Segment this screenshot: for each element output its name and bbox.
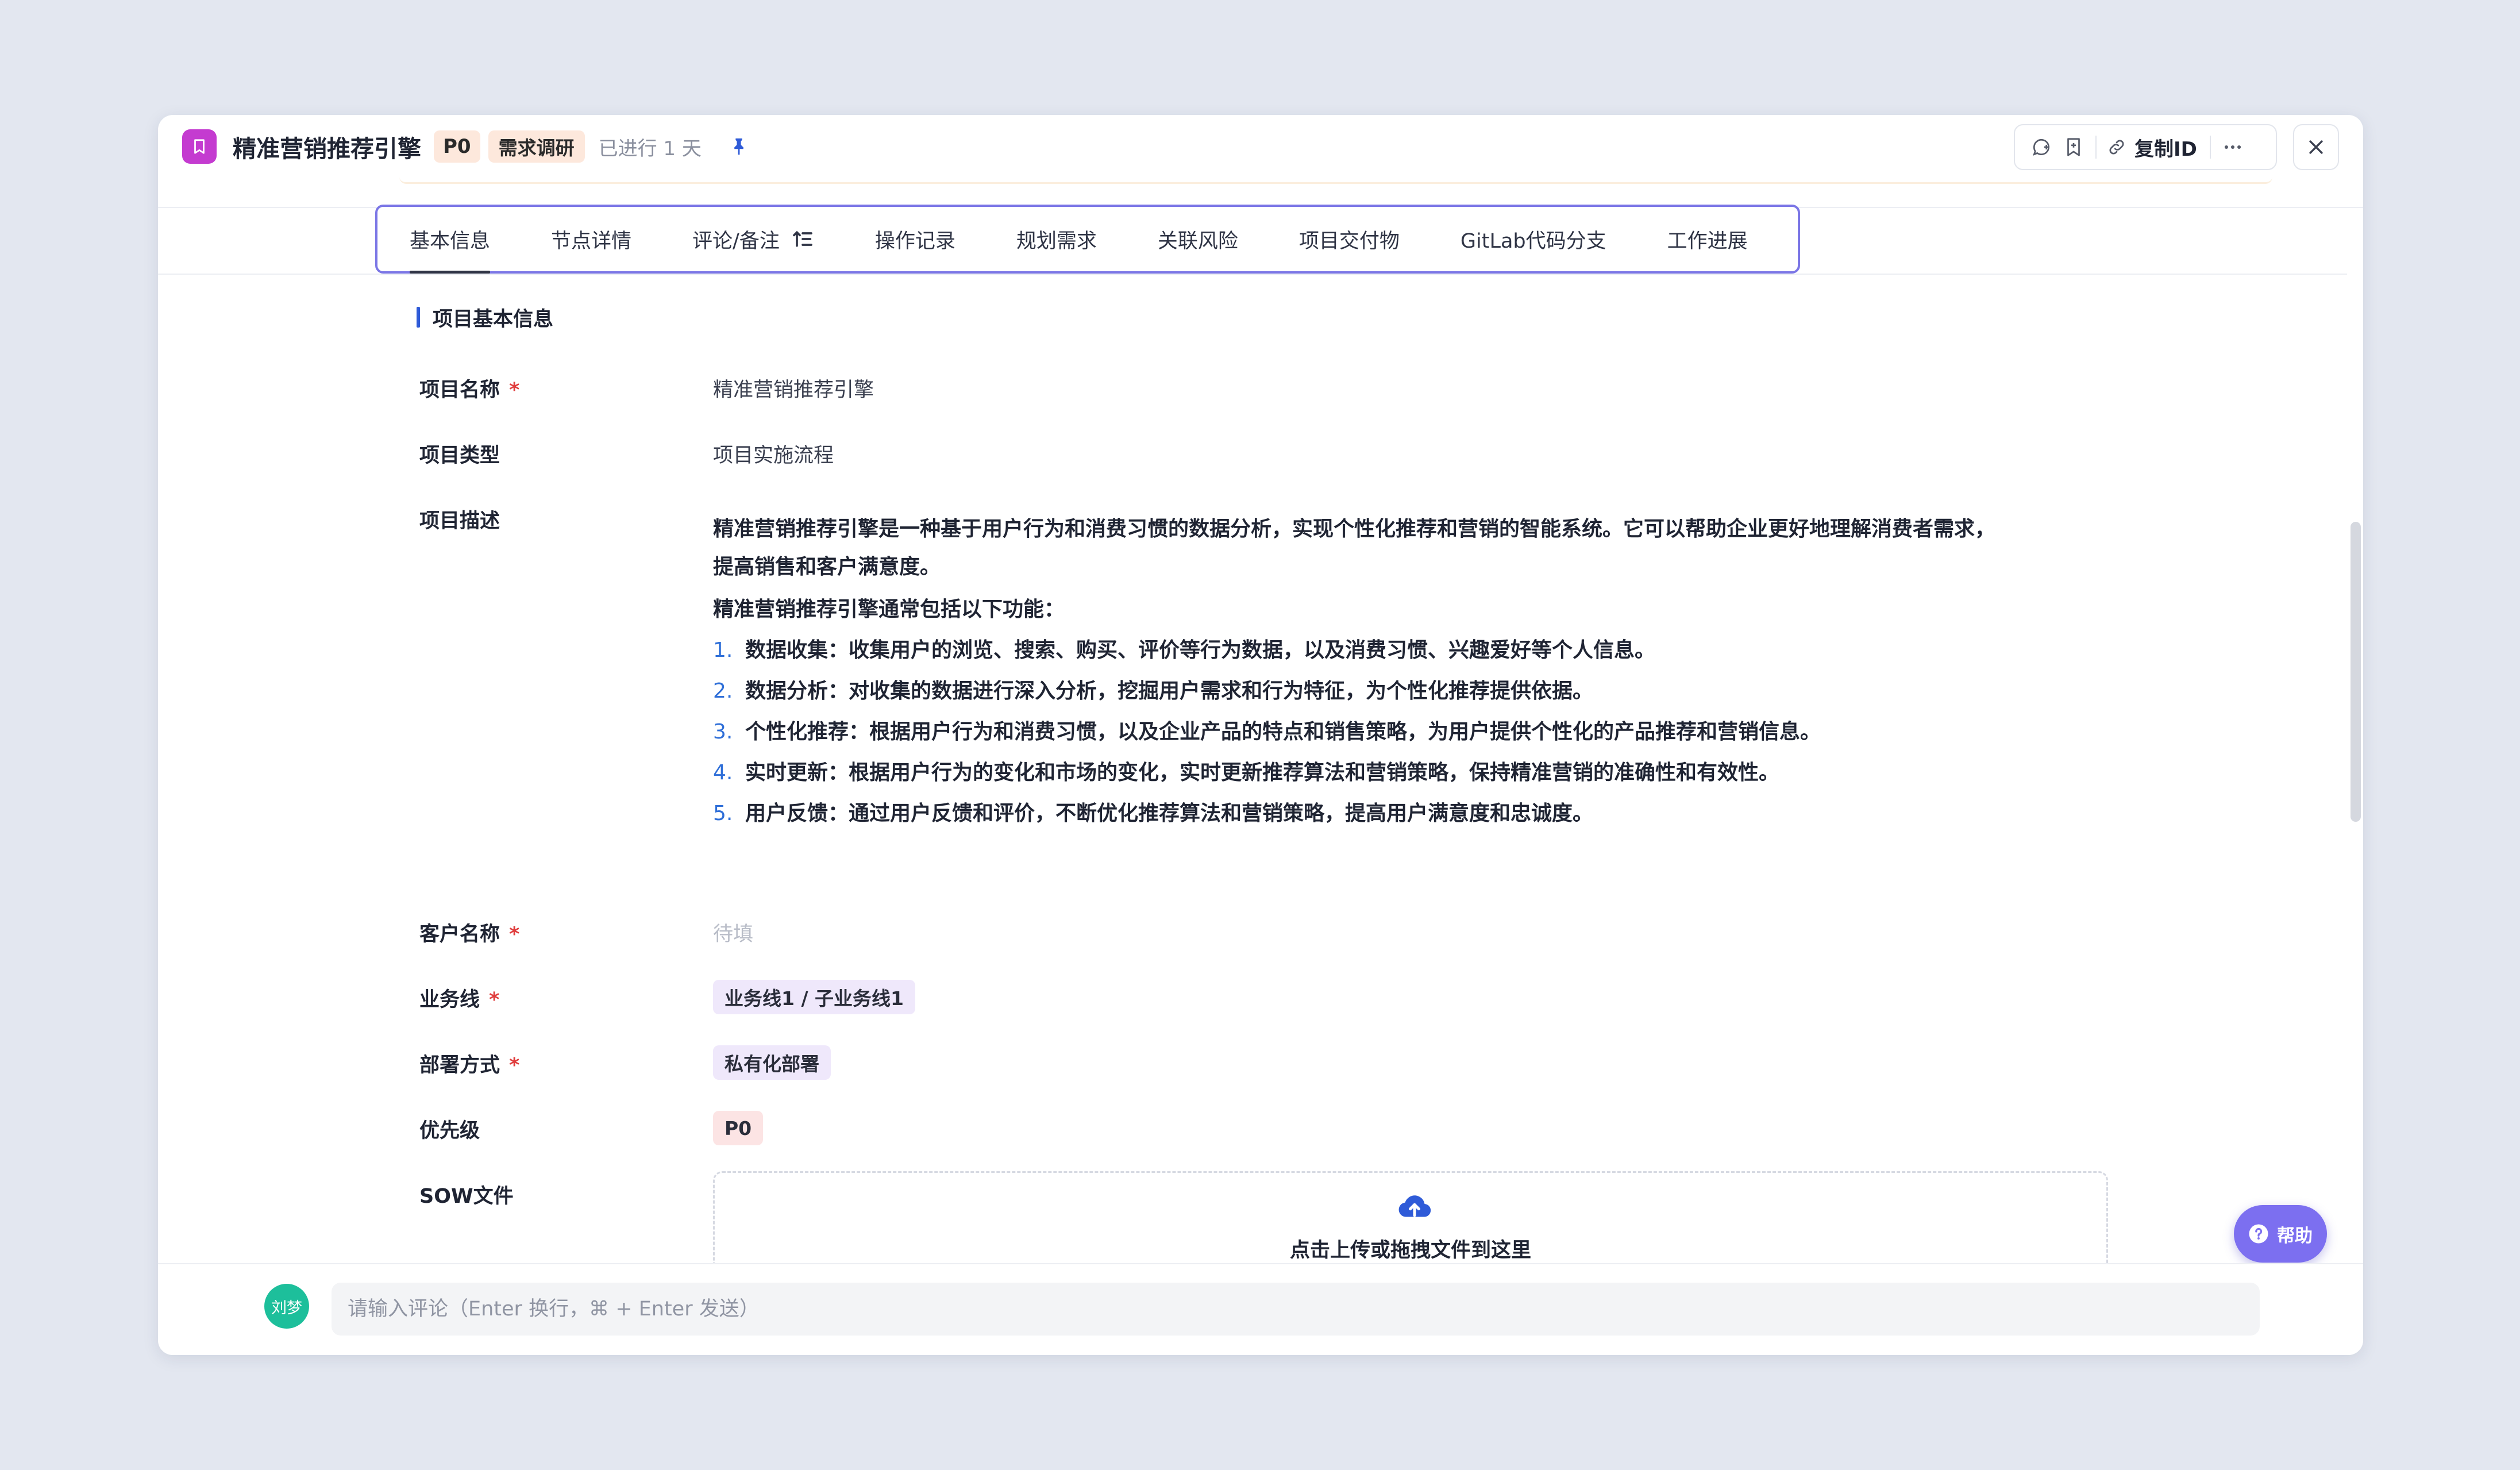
section-title-text: 项目基本信息 [433, 307, 554, 331]
header-action-group: 复制ID [2014, 124, 2277, 170]
tab-deliverables[interactable]: 项目交付物 [1299, 207, 1400, 271]
add-comment-icon[interactable] [2025, 131, 2057, 163]
elapsed-time: 已进行 1 天 [598, 137, 702, 160]
help-button[interactable]: 帮助 [2234, 1205, 2327, 1263]
tab-bar: 基本信息 节点详情 评论/备注 操作记录 规划需求 关联风险 项目交付物 Git… [375, 205, 1800, 274]
description-content[interactable]: 精准营销推荐引擎是一种基于用户行为和消费习惯的数据分析，实现个性化推荐和营销的智… [713, 510, 2103, 834]
list-item: 5. 用户反馈：通过用户反馈和评价，不断优化推荐算法和营销策略，提高用户满意度和忠… [713, 793, 2103, 834]
list-text: 个性化推荐：根据用户行为和消费习惯，以及企业产品的特点和销售策略，为用户提供个性… [745, 720, 1821, 744]
help-icon [2249, 1224, 2268, 1244]
field-label-deployment: 部署方式 * [419, 1049, 519, 1078]
bookmark-icon [182, 129, 217, 164]
tabs-divider [158, 274, 2347, 275]
description-intro: 精准营销推荐引擎通常包括以下功能： [713, 598, 1065, 621]
tab-comments-label: 评论/备注 [692, 229, 780, 253]
project-title: 精准营销推荐引擎 [233, 135, 421, 163]
priority-tag[interactable]: P0 [434, 130, 480, 163]
label-text: 部署方式 [419, 1054, 500, 1077]
upload-hint: 点击上传或拖拽文件到这里 [1289, 1239, 1531, 1262]
tab-node-details[interactable]: 节点详情 [551, 207, 631, 271]
description-paragraph-line: 提高销售和客户满意度。 [713, 555, 941, 579]
divider [2095, 136, 2097, 159]
stage-tag[interactable]: 需求调研 [488, 130, 585, 163]
field-label-project-name: 项目名称 * [419, 374, 519, 403]
list-text: 数据分析：对收集的数据进行深入分析，挖掘用户需求和行为特征，为个性化推荐提供依据… [745, 679, 1594, 703]
description-paragraph-line: 精准营销推荐引擎是一种基于用户行为和消费习惯的数据分析，实现个性化推荐和营销的智… [713, 517, 1996, 541]
business-line-chip[interactable]: 业务线1 / 子业务线1 [713, 980, 915, 1014]
list-number: 4. [713, 761, 733, 784]
pin-icon[interactable] [729, 136, 750, 157]
tab-basic-info[interactable]: 基本信息 [410, 207, 491, 274]
field-label-priority: 优先级 [419, 1119, 480, 1142]
comment-bar: 刘梦 [158, 1263, 2363, 1355]
list-item: 1. 数据收集：收集用户的浏览、搜索、购买、评价等行为数据，以及消费习惯、兴趣爱好… [713, 630, 2103, 671]
header-banner-edge [399, 177, 2272, 184]
copy-id-button[interactable]: 复制ID [2102, 131, 2204, 163]
project-detail-window: 精准营销推荐引擎 P0 需求调研 已进行 1 天 复制ID 基本信息 节点详情 [158, 115, 2363, 1355]
avatar: 刘梦 [264, 1284, 309, 1329]
list-number: 1. [713, 638, 733, 662]
priority-chip[interactable]: P0 [713, 1111, 764, 1145]
tab-planned-requirements[interactable]: 规划需求 [1016, 207, 1097, 271]
upload-cloud-icon [1398, 1195, 1431, 1217]
field-value-project-type[interactable]: 项目实施流程 [713, 439, 834, 468]
required-mark: * [509, 923, 520, 946]
field-value-customer[interactable]: 待填 [713, 918, 753, 947]
field-label-customer: 客户名称 * [419, 918, 519, 947]
tab-comments[interactable]: 评论/备注 [692, 207, 814, 271]
list-text: 实时更新：根据用户行为的变化和市场的变化，实时更新推荐算法和营销策略，保持精准营… [745, 761, 1780, 784]
required-mark: * [509, 1054, 520, 1077]
scrollbar-thumb[interactable] [2351, 522, 2361, 822]
tab-work-progress[interactable]: 工作进展 [1667, 207, 1748, 271]
more-icon[interactable] [2217, 131, 2249, 163]
field-label-project-type: 项目类型 [419, 444, 500, 467]
list-text: 数据收集：收集用户的浏览、搜索、购买、评价等行为数据，以及消费习惯、兴趣爱好等个… [745, 638, 1656, 662]
list-number: 5. [713, 802, 733, 825]
sort-icon[interactable] [791, 228, 814, 251]
section-title: 项目基本信息 [417, 305, 554, 331]
close-icon [2309, 140, 2323, 154]
required-mark: * [489, 988, 500, 1011]
tab-operation-log[interactable]: 操作记录 [875, 207, 955, 271]
divider [2209, 136, 2211, 159]
label-text: 业务线 [419, 988, 480, 1011]
help-label: 帮助 [2277, 1225, 2313, 1246]
field-label-business-line: 业务线 * [419, 983, 499, 1013]
list-item: 4. 实时更新：根据用户行为的变化和市场的变化，实时更新推荐算法和营销策略，保持精… [713, 752, 2103, 793]
tab-related-risks[interactable]: 关联风险 [1158, 207, 1238, 271]
list-item: 3. 个性化推荐：根据用户行为和消费习惯，以及企业产品的特点和销售策略，为用户提供… [713, 711, 2103, 752]
field-label-sow: SOW文件 [419, 1185, 514, 1208]
tab-gitlab-branches[interactable]: GitLab代码分支 [1461, 207, 1606, 271]
feature-list: 1. 数据收集：收集用户的浏览、搜索、购买、评价等行为数据，以及消费习惯、兴趣爱好… [713, 630, 2103, 834]
section-accent-bar [417, 307, 420, 328]
deployment-chip[interactable]: 私有化部署 [713, 1045, 831, 1080]
copy-id-label: 复制ID [2134, 137, 2197, 161]
list-text: 用户反馈：通过用户反馈和评价，不断优化推荐算法和营销策略，提高用户满意度和忠诚度… [745, 802, 1594, 825]
link-icon [2109, 140, 2124, 155]
comment-input[interactable] [332, 1283, 2260, 1336]
required-mark: * [509, 379, 520, 402]
label-text: 客户名称 [419, 923, 500, 946]
close-button[interactable] [2293, 124, 2339, 170]
list-number: 2. [713, 679, 733, 703]
label-text: 项目名称 [419, 379, 500, 402]
field-value-project-name[interactable]: 精准营销推荐引擎 [713, 374, 874, 403]
field-label-description: 项目描述 [419, 510, 500, 533]
list-number: 3. [713, 720, 733, 744]
bookmark-outline-icon[interactable] [2057, 131, 2090, 163]
list-item: 2. 数据分析：对收集的数据进行深入分析，挖掘用户需求和行为特征，为个性化推荐提供… [713, 671, 2103, 711]
